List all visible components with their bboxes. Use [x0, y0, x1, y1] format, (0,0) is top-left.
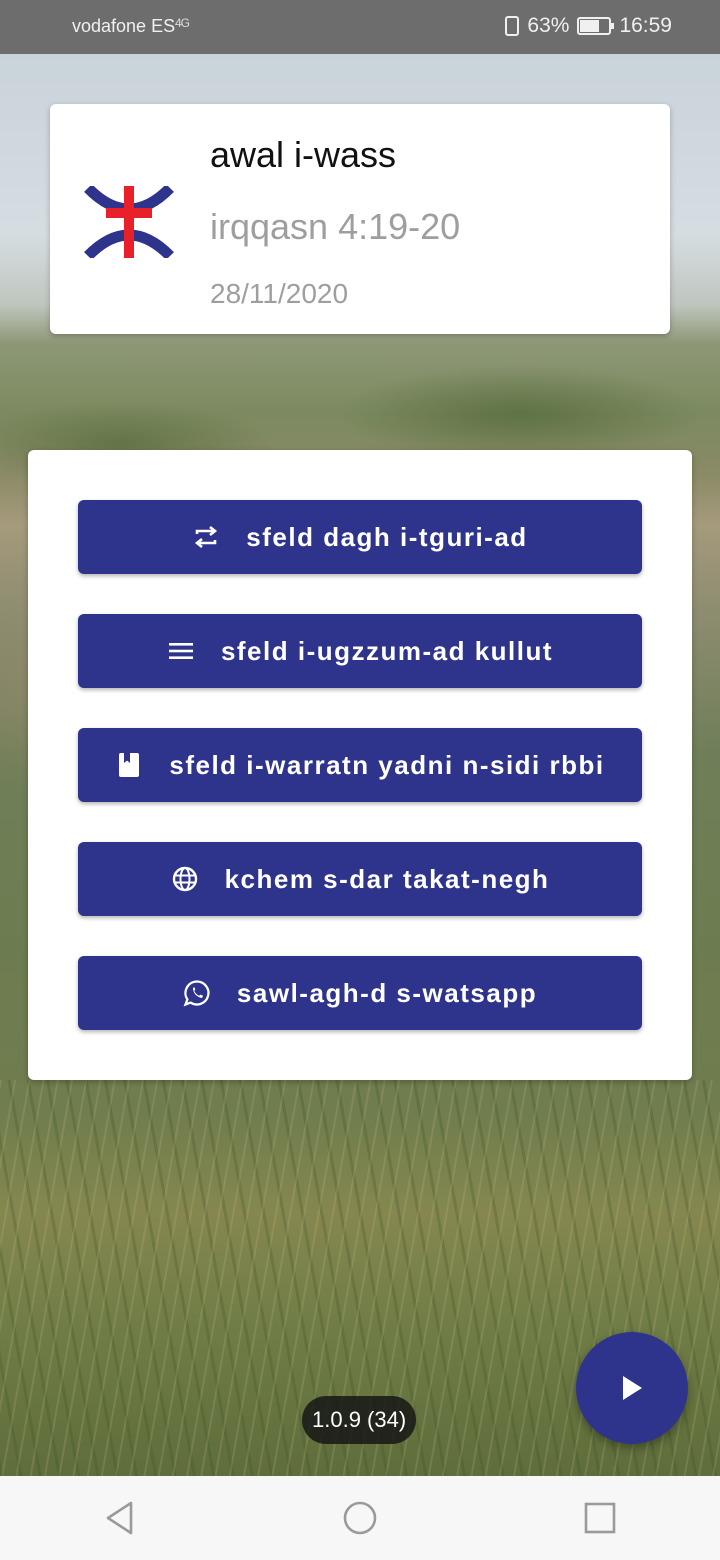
read-chapter-label: sfeld i-ugzzum-ad kullut	[220, 635, 554, 666]
nav-recents-button[interactable]	[570, 1488, 630, 1548]
globe-icon	[171, 865, 199, 893]
verse-reference: irqqasn 4:19-20	[210, 206, 461, 247]
amazigh-cross-logo	[84, 186, 174, 258]
verse-title: awal i-wass	[210, 134, 397, 175]
share-verse-button[interactable]: sfeld dagh i-tguri-ad	[78, 500, 642, 574]
verse-card[interactable]: awal i-wass irqqasn 4:19-20 28/11/2020	[50, 104, 670, 334]
whatsapp-icon	[183, 979, 211, 1007]
visit-website-label: kchem s-dar takat-negh	[224, 863, 550, 894]
verse-date: 28/11/2020	[210, 278, 349, 309]
nav-home-button[interactable]	[330, 1488, 390, 1548]
home-circle-icon	[343, 1501, 377, 1535]
carrier-label: vodafone ES	[72, 16, 176, 36]
status-right: 63% 16:59	[505, 14, 672, 38]
system-nav-bar	[0, 1476, 720, 1560]
battery-icon	[577, 17, 615, 35]
vibrate-icon	[505, 16, 520, 36]
play-audio-button[interactable]	[576, 1332, 688, 1444]
network-indicator: 4G	[175, 16, 190, 30]
nav-back-button[interactable]	[90, 1488, 150, 1548]
play-icon	[623, 1376, 642, 1400]
other-scriptures-button[interactable]: sfeld i-warratn yadni n-sidi rbbi	[78, 728, 642, 802]
read-chapter-button[interactable]: sfeld i-ugzzum-ad kullut	[78, 614, 642, 688]
other-scriptures-label: sfeld i-warratn yadni n-sidi rbbi	[169, 749, 605, 780]
repeat-icon	[192, 523, 220, 551]
share-verse-label: sfeld dagh i-tguri-ad	[246, 521, 528, 552]
visit-website-button[interactable]: kchem s-dar takat-negh	[78, 842, 642, 916]
menu-lines-icon	[167, 637, 195, 665]
version-badge: 1.0.9 (34)	[302, 1396, 417, 1444]
whatsapp-contact-button[interactable]: sawl-agh-d s-watsapp	[78, 956, 642, 1030]
status-bar: vodafone ES 4G 63% 16:59	[0, 0, 720, 54]
back-triangle-icon	[106, 1501, 133, 1535]
menu-card: sfeld dagh i-tguri-ad sfeld i-ugzzum-ad …	[28, 450, 692, 1080]
book-icon	[115, 751, 143, 779]
battery-percent: 63%	[527, 14, 570, 37]
clock: 16:59	[619, 14, 672, 37]
whatsapp-contact-label: sawl-agh-d s-watsapp	[236, 977, 538, 1008]
recents-square-icon	[584, 1502, 616, 1534]
